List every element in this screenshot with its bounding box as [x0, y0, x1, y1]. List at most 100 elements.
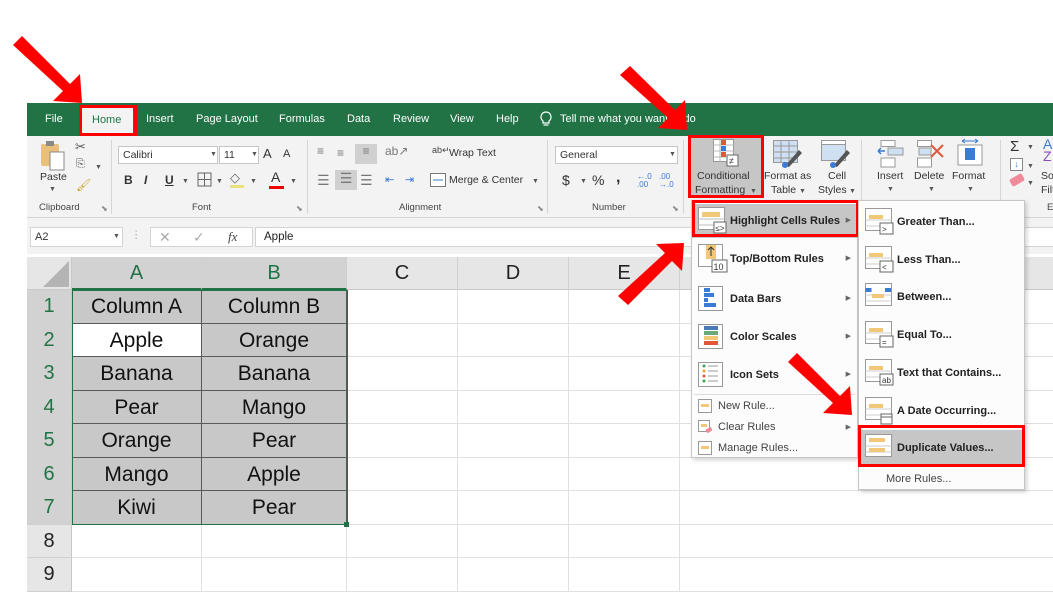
menu-item-top-bottom-rules[interactable]: 10 Top/Bottom Rules ▶	[692, 241, 857, 277]
comma-button[interactable]: ,	[616, 169, 620, 187]
font-color-icon[interactable]: A	[269, 169, 284, 189]
select-all-button[interactable]	[27, 257, 72, 290]
name-box-dropdown-icon[interactable]: ▼	[113, 233, 120, 240]
column-header-d[interactable]: D	[458, 257, 569, 290]
cell[interactable]	[569, 323, 680, 357]
column-header-e[interactable]: E	[569, 257, 680, 290]
number-format-select[interactable]: General	[555, 146, 678, 164]
menu-item-clear-rules[interactable]: Clear Rules ▶	[692, 417, 857, 438]
merge-center-button[interactable]: Merge & Center	[449, 174, 523, 186]
row-header[interactable]: 8	[27, 524, 72, 558]
cell[interactable]	[72, 524, 202, 558]
tab-data[interactable]: Data	[347, 103, 370, 136]
cell[interactable]	[569, 290, 680, 324]
menu-item-more-rules[interactable]: More Rules...	[859, 469, 1024, 489]
format-as-table-label-1[interactable]: Format as	[764, 170, 811, 182]
cell[interactable]	[72, 558, 202, 592]
format-painter-icon[interactable]: 🖌	[76, 178, 91, 192]
sort-filter-label-1[interactable]: So	[1041, 170, 1053, 182]
menu-item-between[interactable]: Between...	[859, 279, 1024, 315]
cell[interactable]	[569, 491, 680, 525]
currency-dropdown-icon[interactable]: ▼	[580, 178, 587, 185]
wrap-text-button[interactable]: Wrap Text	[449, 147, 496, 159]
increase-indent-icon[interactable]: ⇥	[405, 173, 414, 186]
copy-icon[interactable]: ⎘	[76, 158, 85, 171]
borders-dropdown-icon[interactable]: ▼	[216, 178, 223, 185]
cell[interactable]	[458, 357, 569, 391]
cell[interactable]	[458, 290, 569, 324]
alignment-launcher-icon[interactable]: ⬊	[537, 204, 544, 213]
cell[interactable]	[347, 424, 458, 458]
cell[interactable]	[458, 457, 569, 491]
tab-view[interactable]: View	[450, 103, 474, 136]
format-as-table-label-2[interactable]: Table	[771, 184, 796, 196]
cell-b6[interactable]: Apple	[202, 457, 347, 491]
row-header[interactable]: 7	[27, 491, 72, 525]
cell[interactable]	[458, 491, 569, 525]
paste-dropdown-icon[interactable]: ▼	[49, 186, 56, 193]
row-header[interactable]: 6	[27, 457, 72, 491]
cell[interactable]	[569, 524, 680, 558]
font-name-select[interactable]: Calibri	[118, 146, 218, 164]
cell[interactable]	[347, 390, 458, 424]
cell-styles-label-1[interactable]: Cell	[828, 170, 846, 182]
copy-dropdown-icon[interactable]: ▼	[95, 164, 102, 171]
cell[interactable]	[347, 457, 458, 491]
cell[interactable]	[458, 524, 569, 558]
underline-dropdown-icon[interactable]: ▼	[182, 178, 189, 185]
cell[interactable]	[680, 525, 1053, 558]
number-launcher-icon[interactable]: ⬊	[672, 204, 679, 213]
clipboard-launcher-icon[interactable]: ⬊	[101, 204, 108, 213]
menu-item-highlight-cells-rules[interactable]: ≤> Highlight Cells Rules ▶	[692, 204, 857, 238]
underline-button[interactable]: U	[165, 173, 174, 187]
row-header[interactable]: 5	[27, 424, 72, 458]
cell[interactable]	[458, 390, 569, 424]
cell-styles-label-2[interactable]: Styles	[818, 184, 847, 196]
tab-help[interactable]: Help	[496, 103, 519, 136]
menu-item-text-that-contains[interactable]: ab Text that Contains...	[859, 355, 1024, 391]
cut-icon[interactable]: ✂	[75, 139, 86, 155]
cell-a2[interactable]: Apple	[72, 323, 202, 357]
cell-a6[interactable]: Mango	[72, 457, 202, 491]
tab-formulas[interactable]: Formulas	[279, 103, 325, 136]
clear-dropdown-icon[interactable]: ▼	[1027, 180, 1034, 187]
cell[interactable]	[569, 424, 680, 458]
sort-filter-label-2[interactable]: Filt	[1041, 184, 1053, 196]
cell[interactable]	[569, 357, 680, 391]
cell-a5[interactable]: Orange	[72, 424, 202, 458]
fill-color-icon[interactable]: ◇	[230, 170, 244, 188]
cell[interactable]	[202, 558, 347, 592]
menu-item-data-bars[interactable]: Data Bars ▶	[692, 281, 857, 317]
align-center-icon[interactable]: ☰	[335, 170, 357, 190]
format-cells-button[interactable]: Format	[952, 170, 985, 182]
row-header[interactable]: 9	[27, 558, 72, 592]
menu-item-new-rule[interactable]: New Rule...	[692, 396, 857, 417]
autosum-dropdown-icon[interactable]: ▼	[1027, 144, 1034, 151]
align-right-icon[interactable]: ☰	[360, 172, 373, 189]
font-launcher-icon[interactable]: ⬊	[296, 204, 303, 213]
cell-b4[interactable]: Mango	[202, 390, 347, 424]
cell-b3[interactable]: Banana	[202, 357, 347, 391]
cell[interactable]	[347, 290, 458, 324]
delete-cells-button[interactable]: Delete	[914, 170, 944, 182]
cell[interactable]	[347, 491, 458, 525]
cell[interactable]	[569, 390, 680, 424]
tell-me-search[interactable]: Tell me what you want to do	[560, 103, 696, 136]
enter-icon[interactable]: ✓	[193, 229, 205, 246]
tab-file[interactable]: File	[45, 103, 63, 136]
orientation-icon[interactable]: ab↗	[385, 144, 408, 158]
cell[interactable]	[458, 558, 569, 592]
align-bottom-icon[interactable]: ≡	[355, 144, 377, 164]
borders-icon[interactable]	[197, 172, 212, 192]
fill-icon[interactable]: ↓	[1010, 158, 1023, 171]
cell-a7[interactable]: Kiwi	[72, 491, 202, 525]
column-header-c[interactable]: C	[347, 257, 458, 290]
cell-b7[interactable]: Pear	[202, 491, 347, 525]
currency-button[interactable]: $	[562, 172, 570, 188]
menu-item-color-scales[interactable]: Color Scales ▶	[692, 319, 857, 355]
tab-insert[interactable]: Insert	[146, 103, 174, 136]
paste-button[interactable]: Paste	[40, 171, 67, 183]
menu-item-manage-rules[interactable]: Manage Rules...	[692, 438, 857, 459]
cell-a3[interactable]: Banana	[72, 357, 202, 391]
cell[interactable]	[680, 558, 1053, 592]
